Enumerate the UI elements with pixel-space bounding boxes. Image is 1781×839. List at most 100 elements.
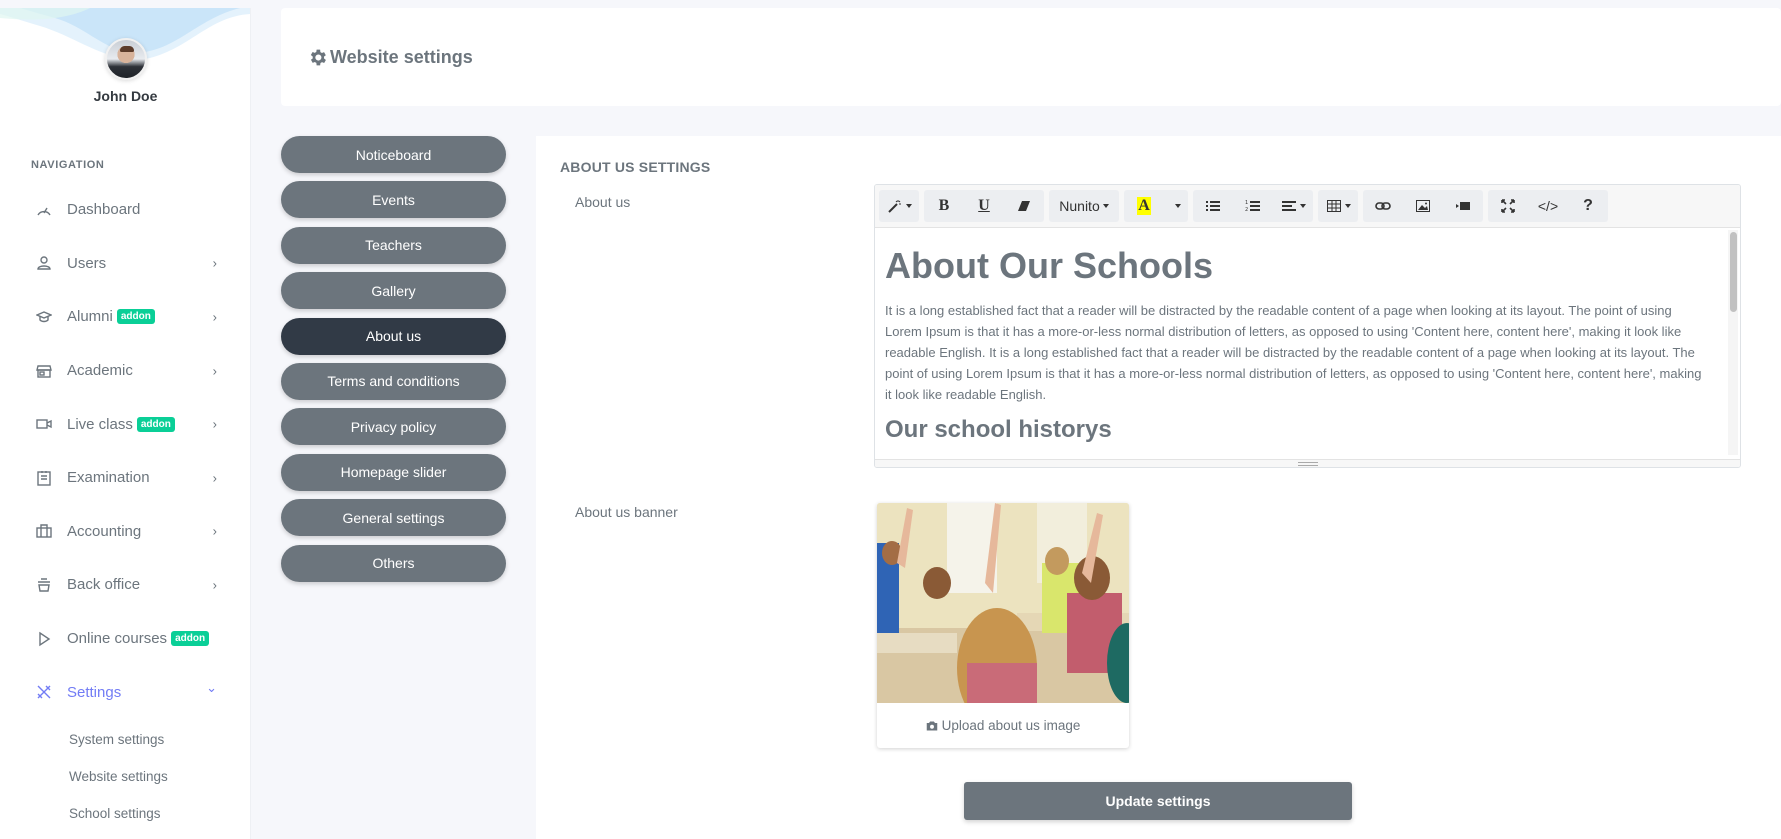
- sidebar-item-label: Back office: [67, 576, 141, 594]
- clipboard-icon: [35, 469, 52, 486]
- table-dropdown[interactable]: [1318, 190, 1358, 222]
- chevron-right-icon: ›: [212, 363, 217, 379]
- avatar[interactable]: [104, 38, 147, 80]
- style-button[interactable]: [879, 190, 919, 222]
- briefcase-icon: [35, 523, 52, 540]
- video-camera-icon: [35, 416, 52, 433]
- sidebar-item-label: Accounting: [67, 522, 142, 540]
- submenu-website-settings[interactable]: Website settings: [0, 758, 250, 795]
- settings-submenu: System settings Website settings School …: [0, 721, 250, 832]
- sidebar-item-settings[interactable]: Settings ⌄: [0, 665, 250, 719]
- about-us-banner-image: [877, 503, 1129, 703]
- help-button[interactable]: ?: [1568, 190, 1608, 222]
- highlight-color-button[interactable]: A: [1124, 190, 1164, 222]
- toolbar-group-para: 12: [1193, 190, 1313, 222]
- dashboard-gauge-icon: [35, 201, 52, 218]
- menu-general-settings[interactable]: General settings: [281, 499, 506, 537]
- content-heading-1: About Our Schools: [885, 245, 1213, 286]
- addon-badge: addon: [171, 631, 210, 647]
- sidebar-item-alumni[interactable]: Alumni addon ›: [0, 290, 250, 344]
- font-family-dropdown[interactable]: Nunito: [1049, 190, 1119, 222]
- chevron-right-icon: ›: [212, 577, 217, 593]
- sidebar-item-label: Academic: [67, 362, 133, 380]
- submenu-system-settings[interactable]: System settings: [0, 721, 250, 758]
- menu-terms-and-conditions[interactable]: Terms and conditions: [281, 362, 506, 400]
- toolbar-group-view: </> ?: [1488, 190, 1608, 222]
- classroom-photo: [877, 503, 1129, 703]
- menu-noticeboard[interactable]: Noticeboard: [281, 136, 506, 173]
- sidebar-item-label: Online courses: [67, 630, 168, 648]
- menu-homepage-slider[interactable]: Homepage slider: [281, 453, 506, 491]
- addon-badge: addon: [116, 309, 155, 325]
- editor-content[interactable]: About Our Schools It is a long establish…: [875, 228, 1740, 464]
- sidebar-item-live-class[interactable]: Live class addon ›: [0, 397, 250, 451]
- menu-events[interactable]: Events: [281, 181, 506, 219]
- color-dropdown-button[interactable]: [1164, 190, 1188, 222]
- numbered-list-icon: 12: [1245, 200, 1260, 213]
- page-title: Website settings: [307, 47, 473, 68]
- content-heading-2: Our school historys: [885, 416, 1112, 443]
- sidebar: John Doe NAVIGATION Dashboard Users › Al…: [0, 8, 251, 839]
- picture-icon: [1416, 200, 1430, 212]
- code-view-button[interactable]: </>: [1528, 190, 1568, 222]
- sidebar-item-accounting[interactable]: Accounting ›: [0, 505, 250, 559]
- video-button[interactable]: [1443, 190, 1483, 222]
- sidebar-item-academic[interactable]: Academic ›: [0, 344, 250, 398]
- paragraph-align-dropdown[interactable]: [1273, 190, 1313, 222]
- menu-teachers[interactable]: Teachers: [281, 226, 506, 264]
- sidebar-item-examination[interactable]: Examination ›: [0, 451, 250, 505]
- submenu-school-settings[interactable]: School settings: [0, 795, 250, 832]
- svg-text:1: 1: [1245, 200, 1248, 206]
- scrollbar-thumb[interactable]: [1730, 232, 1737, 312]
- addon-badge: addon: [136, 416, 175, 432]
- ordered-list-button[interactable]: 12: [1233, 190, 1273, 222]
- editor-scrollbar[interactable]: [1728, 230, 1738, 455]
- chevron-right-icon: ›: [212, 523, 217, 539]
- sidebar-item-label: Users: [67, 254, 107, 272]
- nav-heading: NAVIGATION: [31, 159, 105, 171]
- sidebar-item-label: Live class: [67, 415, 133, 433]
- sidebar-item-dashboard[interactable]: Dashboard: [0, 183, 250, 237]
- toolbar-group-font: B U: [924, 190, 1044, 222]
- highlight-letter-icon: A: [1137, 197, 1151, 215]
- chevron-right-icon: ›: [212, 255, 217, 271]
- underline-button[interactable]: U: [964, 190, 1004, 222]
- camera-icon: [926, 721, 937, 730]
- link-button[interactable]: [1363, 190, 1403, 222]
- sidebar-item-label: Examination: [67, 469, 150, 487]
- unordered-list-button[interactable]: [1193, 190, 1233, 222]
- clear-format-button[interactable]: [1004, 190, 1044, 222]
- tools-icon: [35, 684, 52, 701]
- fullscreen-button[interactable]: [1488, 190, 1528, 222]
- sidebar-item-online-courses[interactable]: Online courses addon: [0, 612, 250, 666]
- update-settings-button[interactable]: Update settings: [964, 782, 1352, 820]
- toolbar-group-color: A: [1124, 190, 1188, 222]
- play-icon: [35, 630, 52, 647]
- toolbar-group-fontname: Nunito: [1049, 190, 1119, 222]
- page-title-text: Website settings: [330, 46, 473, 67]
- gear-icon: [310, 49, 326, 65]
- menu-gallery[interactable]: Gallery: [281, 272, 506, 310]
- menu-others[interactable]: Others: [281, 544, 506, 582]
- sidebar-item-users[interactable]: Users ›: [0, 237, 250, 291]
- link-icon: [1375, 202, 1391, 210]
- upload-image-label: Upload about us image: [941, 718, 1081, 733]
- svg-text:2: 2: [1245, 207, 1248, 213]
- align-left-icon: [1281, 201, 1296, 211]
- editor-resize-handle[interactable]: [875, 459, 1740, 467]
- image-button[interactable]: [1403, 190, 1443, 222]
- toolbar-group-table: [1318, 190, 1358, 222]
- sidebar-item-label: Dashboard: [67, 201, 141, 219]
- menu-about-us[interactable]: About us: [281, 317, 506, 355]
- menu-privacy-policy[interactable]: Privacy policy: [281, 408, 506, 446]
- sidebar-item-back-office[interactable]: Back office ›: [0, 558, 250, 612]
- chevron-right-icon: ›: [212, 470, 217, 486]
- section-title: ABOUT US SETTINGS: [560, 159, 711, 175]
- upload-image-button[interactable]: Upload about us image: [877, 703, 1129, 748]
- chevron-right-icon: ›: [212, 309, 217, 325]
- rich-text-editor[interactable]: B U Nunito A 12 </> ? About Our Schools …: [874, 184, 1741, 468]
- sidebar-item-label: Alumni: [67, 308, 113, 326]
- user-profile[interactable]: John Doe: [0, 38, 250, 104]
- content-paragraph-1: It is a long established fact that a rea…: [885, 303, 1702, 402]
- bold-button[interactable]: B: [924, 190, 964, 222]
